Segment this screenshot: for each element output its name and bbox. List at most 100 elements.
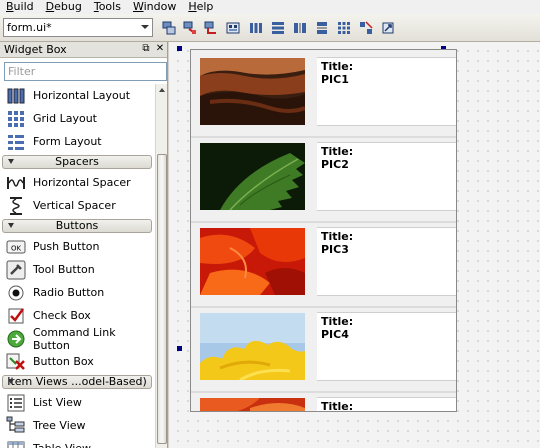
row-separator bbox=[191, 221, 456, 223]
selection-handle[interactable] bbox=[177, 346, 182, 351]
widget-list-item-label: Check Box bbox=[33, 309, 91, 322]
widget-list-item-label: Command Link Button bbox=[33, 325, 116, 352]
widget-list-item[interactable]: Grid Layout bbox=[0, 107, 155, 130]
adjust-size-icon[interactable] bbox=[381, 21, 395, 35]
edit-tab-order-icon[interactable] bbox=[226, 21, 240, 35]
command-link-button-icon bbox=[6, 329, 26, 349]
menu-bar: Build Debug Tools Window Help bbox=[0, 0, 540, 14]
open-form-combo[interactable]: form.ui* bbox=[3, 18, 153, 37]
menu-build[interactable]: Build bbox=[6, 0, 34, 14]
canyon-photo bbox=[200, 58, 305, 125]
widget-list-item[interactable]: Table View bbox=[0, 437, 155, 448]
float-panel-icon[interactable]: ⧉ bbox=[140, 43, 152, 55]
design-canvas[interactable]: Title: PIC1 Title: PIC2 Title: PIC3 Title: PIC4… bbox=[169, 42, 540, 448]
svg-text:OK: OK bbox=[11, 244, 22, 252]
picture-text-box[interactable]: Title: bbox=[317, 397, 456, 412]
widget-category-header[interactable]: Spacers bbox=[2, 155, 152, 169]
table-view-icon bbox=[6, 439, 26, 448]
picture-title-label: Title: bbox=[321, 60, 354, 73]
red-orange-photo bbox=[200, 398, 305, 411]
picture-title-label: Title: bbox=[321, 315, 354, 328]
picture-row[interactable]: Title: PIC2 bbox=[194, 139, 456, 214]
green-leaf-photo bbox=[200, 143, 305, 210]
picture-row[interactable]: Title: PIC4 bbox=[194, 309, 456, 384]
widget-list-item-label: Push Button bbox=[33, 240, 100, 253]
break-layout-icon[interactable] bbox=[359, 21, 373, 35]
layout-grid-icon[interactable] bbox=[337, 21, 351, 35]
picture-text-box[interactable]: Title: PIC2 bbox=[317, 142, 456, 211]
widget-category-label: Spacers bbox=[55, 155, 99, 168]
yellow-flower-sky-photo bbox=[200, 313, 305, 380]
widget-list-item[interactable]: Command Link Button bbox=[0, 325, 155, 352]
picture-title-label: Title: bbox=[321, 230, 354, 243]
widget-list-item[interactable]: Horizontal Layout bbox=[0, 84, 155, 107]
widget-box-panel: Widget Box ⧉ ✕ Horizontal Layout Grid Lay… bbox=[0, 42, 168, 448]
widget-category-header[interactable]: Buttons bbox=[2, 219, 152, 233]
layout-horizontal-icon[interactable] bbox=[249, 21, 263, 35]
picture-row[interactable]: Title: PIC3 bbox=[194, 224, 456, 299]
form-window[interactable]: Title: PIC1 Title: PIC2 Title: PIC3 Title: PIC4… bbox=[190, 49, 457, 412]
picture-text-box[interactable]: Title: PIC4 bbox=[317, 312, 456, 381]
widget-list-item[interactable]: Horizontal Spacer bbox=[0, 171, 155, 194]
widget-category-header[interactable]: Item Views ...odel-Based) bbox=[2, 375, 152, 389]
widget-list-item-label: Vertical Spacer bbox=[33, 199, 116, 212]
picture-row[interactable]: Title: bbox=[194, 394, 456, 412]
widget-list-item-label: Radio Button bbox=[33, 286, 105, 299]
picture-text-box[interactable]: Title: PIC3 bbox=[317, 227, 456, 296]
row-separator bbox=[191, 306, 456, 308]
picture-text-box[interactable]: Title: PIC1 bbox=[317, 57, 456, 126]
filter-input[interactable] bbox=[4, 62, 167, 81]
menu-tools[interactable]: Tools bbox=[94, 0, 121, 14]
widget-list-item[interactable]: List View bbox=[0, 391, 155, 414]
widget-list-item[interactable]: Tree View bbox=[0, 414, 155, 437]
widget-list-item[interactable]: Tool Button bbox=[0, 258, 155, 281]
widget-box-title-bar: Widget Box ⧉ ✕ bbox=[0, 42, 167, 58]
red-petals-photo bbox=[200, 228, 305, 295]
picture-row[interactable]: Title: PIC1 bbox=[194, 54, 456, 129]
button-box-icon bbox=[6, 352, 26, 372]
menu-debug[interactable]: Debug bbox=[46, 0, 82, 14]
edit-widgets-icon[interactable] bbox=[162, 21, 176, 35]
widget-list-item[interactable]: Form Layout bbox=[0, 130, 155, 153]
scrollbar-thumb[interactable] bbox=[157, 154, 167, 444]
horizontal-spacer-icon bbox=[6, 173, 26, 193]
scroll-up-icon[interactable] bbox=[159, 88, 165, 92]
picture-name-label: PIC2 bbox=[321, 158, 349, 171]
widget-list-item[interactable]: Button Box bbox=[0, 350, 155, 373]
row-separator bbox=[191, 136, 456, 138]
menu-window[interactable]: Window bbox=[133, 0, 176, 14]
widget-list-item-label: Horizontal Layout bbox=[33, 89, 131, 102]
radio-button-icon bbox=[6, 283, 26, 303]
selection-handle[interactable] bbox=[177, 46, 182, 51]
widget-list-item-label: Table View bbox=[33, 442, 91, 448]
widget-list-item-label: Tree View bbox=[33, 419, 86, 432]
chevron-down-icon[interactable] bbox=[141, 25, 149, 29]
widget-list-item[interactable]: OK Push Button bbox=[0, 235, 155, 258]
push-button-icon: OK bbox=[6, 237, 26, 257]
tool-button-icon bbox=[6, 260, 26, 280]
layout-vertical-icon[interactable] bbox=[271, 21, 285, 35]
picture-title-label: Title: bbox=[321, 145, 354, 158]
widget-list-item[interactable]: Check Box bbox=[0, 304, 155, 327]
widget-list-item[interactable]: Radio Button bbox=[0, 281, 155, 304]
collapse-arrow-icon[interactable] bbox=[8, 379, 14, 384]
widget-category-label: Buttons bbox=[55, 219, 99, 232]
widget-box-title: Widget Box bbox=[4, 43, 67, 56]
tree-view-icon bbox=[6, 416, 26, 436]
collapse-arrow-icon[interactable] bbox=[8, 159, 14, 164]
edit-signals-slots-icon[interactable] bbox=[183, 21, 197, 35]
widget-list-item[interactable]: Vertical Spacer bbox=[0, 194, 155, 217]
widget-list-item-label: List View bbox=[33, 396, 82, 409]
menu-help[interactable]: Help bbox=[188, 0, 213, 14]
edit-buddies-icon[interactable] bbox=[204, 21, 218, 35]
collapse-arrow-icon[interactable] bbox=[8, 223, 14, 228]
list-view-icon bbox=[6, 393, 26, 413]
vertical-spacer-icon bbox=[6, 196, 26, 216]
open-form-combo-value: form.ui* bbox=[7, 21, 52, 34]
widget-list-scrollbar[interactable] bbox=[155, 84, 167, 448]
layout-horizontal-splitter-icon[interactable] bbox=[293, 21, 307, 35]
layout-vertical-splitter-icon[interactable] bbox=[315, 21, 329, 35]
picture-title-label: Title: bbox=[321, 400, 354, 412]
close-icon[interactable]: ✕ bbox=[154, 43, 166, 55]
widget-list-item-label: Form Layout bbox=[33, 135, 102, 148]
